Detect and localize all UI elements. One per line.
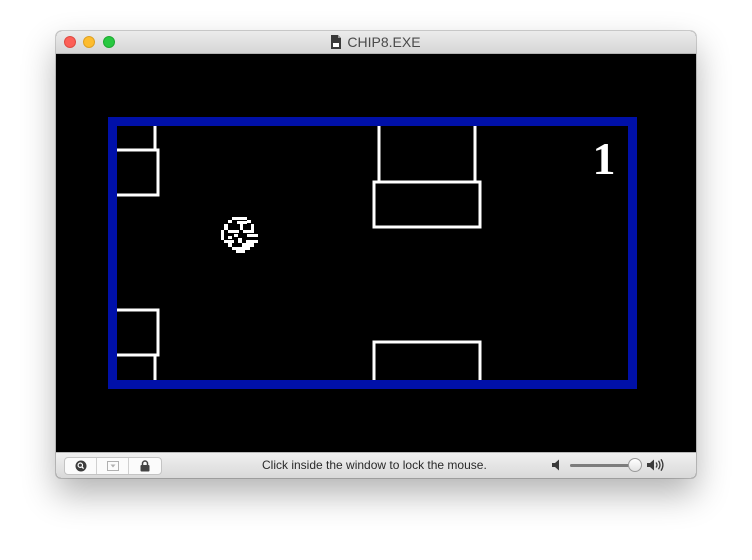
game-screen[interactable]: 1 xyxy=(56,54,696,452)
lock-icon xyxy=(140,460,150,472)
screen-background xyxy=(56,54,696,452)
volume-slider-fill xyxy=(570,464,635,467)
volume-slider-knob[interactable] xyxy=(627,458,642,472)
lock-mouse-button[interactable] xyxy=(129,458,161,474)
zoom-magnifier-button[interactable] xyxy=(65,458,97,474)
window-title: CHIP8.EXE xyxy=(56,31,696,53)
status-button-group xyxy=(64,457,162,475)
title-bar[interactable]: CHIP8.EXE xyxy=(56,31,696,54)
emulator-window: CHIP8.EXE 1 Click inside the window to l… xyxy=(56,31,696,478)
document-icon xyxy=(331,35,342,49)
score-label: 1 xyxy=(593,133,616,184)
volume-low-icon xyxy=(552,459,559,471)
tray-icon xyxy=(106,461,119,471)
game-canvas[interactable]: 1 xyxy=(56,54,696,452)
status-bar: Click inside the window to lock the mous… xyxy=(56,452,696,478)
status-message: Click inside the window to lock the mous… xyxy=(262,458,487,472)
magnifier-icon xyxy=(75,460,86,472)
media-button[interactable] xyxy=(97,458,129,474)
volume-high-icon xyxy=(647,459,664,471)
window-title-text: CHIP8.EXE xyxy=(347,34,421,50)
